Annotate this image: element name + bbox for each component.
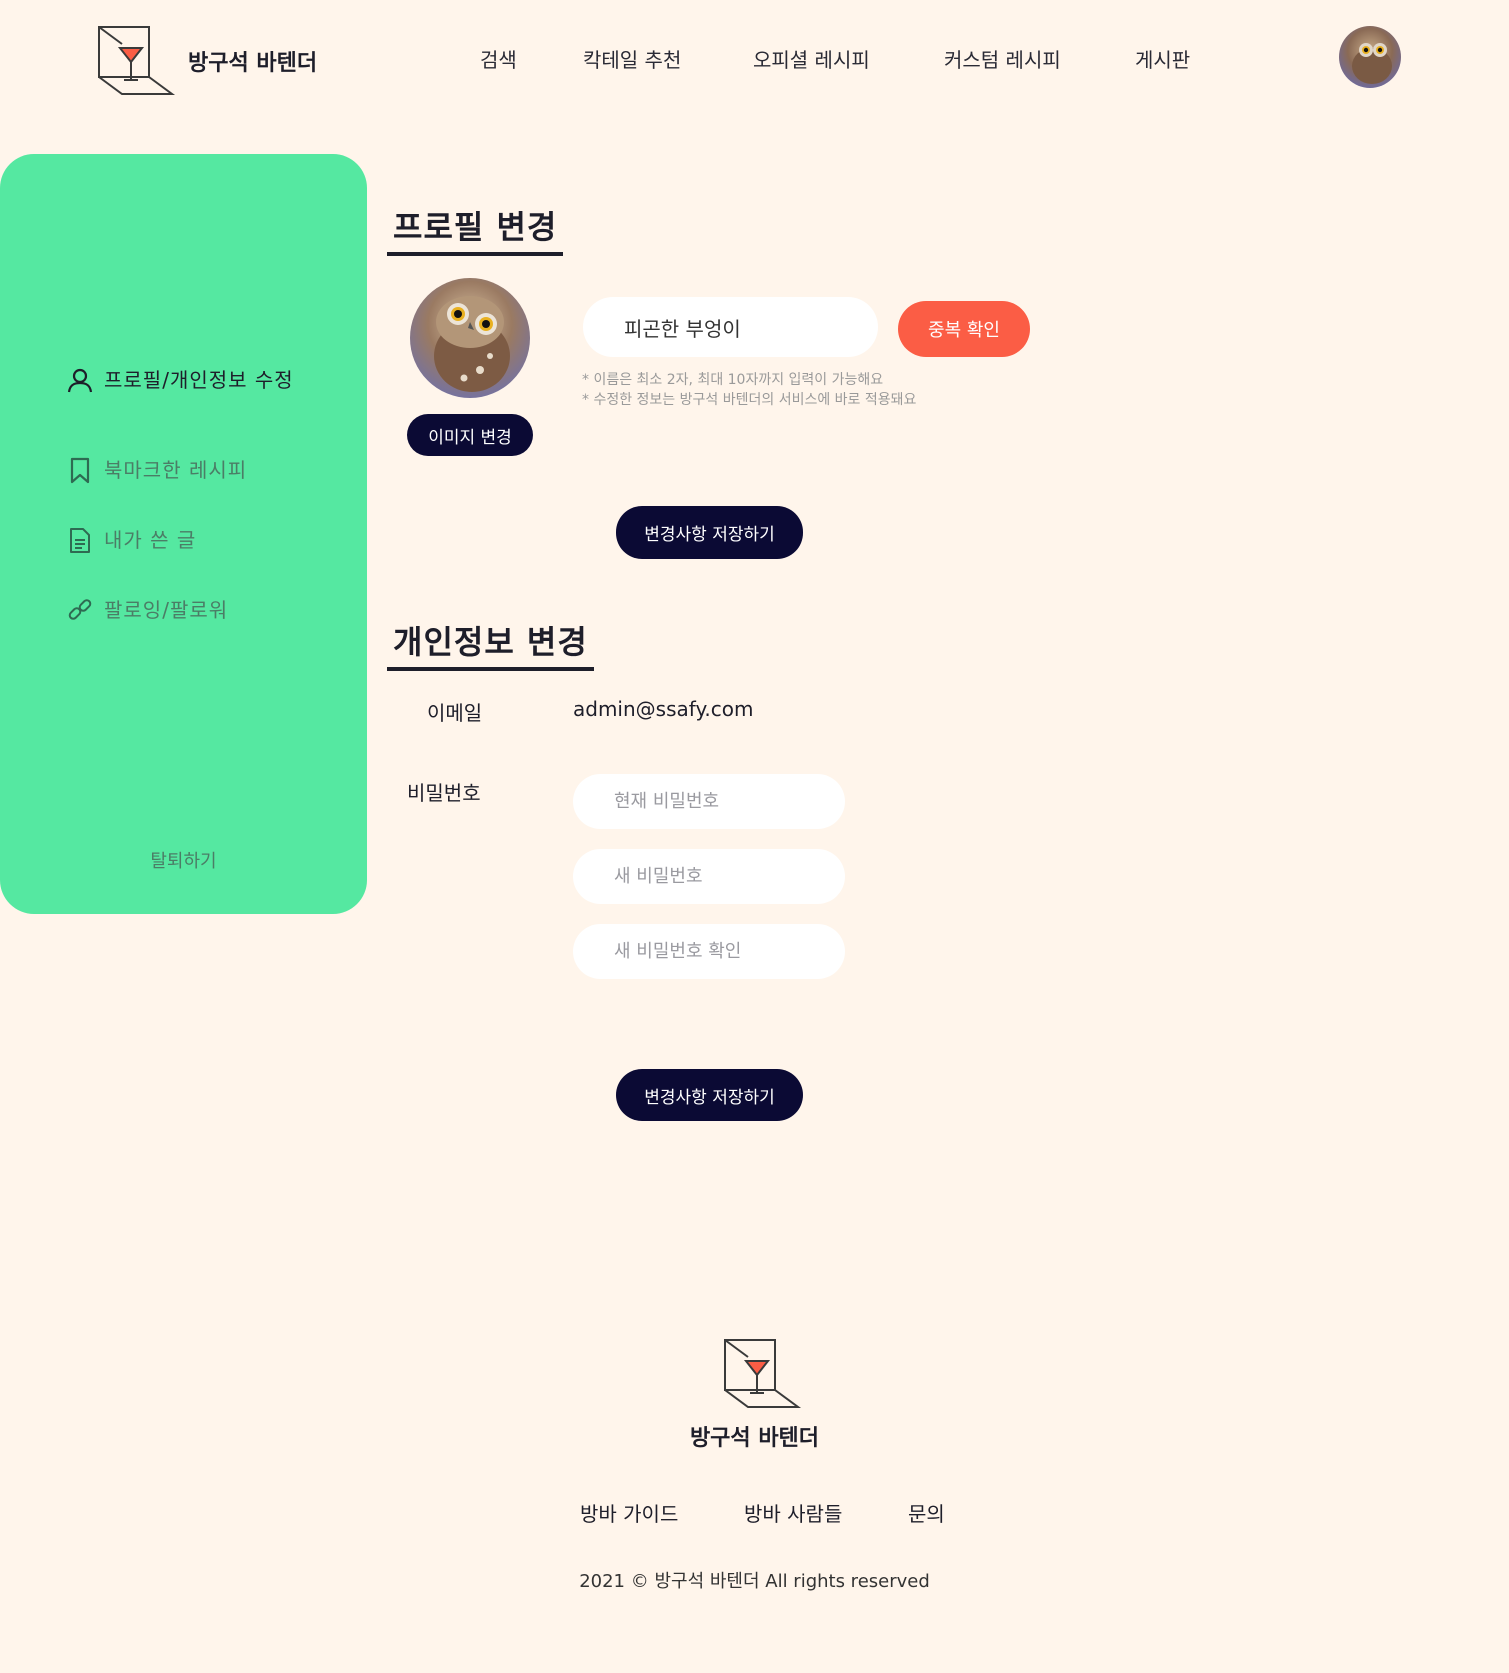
profile-section-title: 프로필 변경 — [387, 202, 564, 256]
footer-link-guide[interactable]: 방바 가이드 — [580, 1498, 678, 1527]
user-icon — [67, 368, 93, 393]
nickname-hint-length: * 이름은 최소 2자, 최대 10자까지 입력이 가능해요 — [582, 372, 884, 388]
logo[interactable]: 방구석 바텐더 — [96, 24, 317, 98]
link-icon — [68, 599, 92, 620]
nav-board[interactable]: 게시판 — [1135, 44, 1190, 73]
duplicate-check-button[interactable]: 중복 확인 — [898, 301, 1030, 357]
change-image-button[interactable]: 이미지 변경 — [407, 414, 533, 456]
email-value: admin@ssafy.com — [573, 697, 754, 721]
nickname-input[interactable] — [583, 297, 878, 357]
sidebar-item-follow[interactable]: 팔로잉/팔로워 — [66, 596, 228, 625]
sidebar-item-profile-edit[interactable]: 프로필/개인정보 수정 — [66, 366, 304, 395]
copyright: 2021 © 방구석 바텐더 All rights reserved — [579, 1571, 930, 1592]
confirm-password-input[interactable] — [573, 924, 845, 979]
footer-link-people[interactable]: 방바 사람들 — [744, 1498, 842, 1527]
current-password-input[interactable] — [573, 774, 845, 829]
nav-official-recipe[interactable]: 오피셜 레시피 — [753, 44, 870, 73]
new-password-input[interactable] — [573, 849, 845, 904]
save-personal-button[interactable]: 변경사항 저장하기 — [616, 1069, 803, 1121]
save-profile-button[interactable]: 변경사항 저장하기 — [616, 506, 803, 559]
owl-profile-image — [410, 278, 530, 398]
nav-cocktail-recommend[interactable]: 칵테일 추천 — [583, 44, 681, 73]
logo-text: 방구석 바텐더 — [188, 51, 318, 76]
cocktail-cube-logo-icon — [98, 26, 176, 95]
document-icon — [70, 528, 90, 553]
nickname-hint-apply: * 수정한 정보는 방구석 바텐더의 서비스에 바로 적용돼요 — [582, 392, 917, 408]
password-label: 비밀번호 — [407, 781, 481, 805]
sidebar-item-my-posts[interactable]: 내가 쓴 글 — [66, 526, 196, 555]
email-label: 이메일 — [427, 701, 483, 725]
footer-link-contact[interactable]: 문의 — [908, 1498, 945, 1527]
sidebar-item-bookmarks[interactable]: 북마크한 레시피 — [66, 456, 247, 485]
sidebar-item-label: 프로필/개인정보 수정 — [104, 368, 294, 392]
withdraw-link[interactable]: 탈퇴하기 — [0, 847, 367, 873]
bookmark-icon — [70, 457, 90, 484]
sidebar: 프로필/개인정보 수정 북마크한 레시피 내가 쓴 글 팔로잉/팔로워 탈퇴하기 — [0, 154, 367, 914]
owl-avatar-image — [1339, 26, 1401, 88]
user-avatar[interactable] — [1339, 26, 1401, 88]
sidebar-item-label: 팔로잉/팔로워 — [104, 598, 229, 622]
cocktail-cube-logo-icon — [724, 1339, 802, 1408]
personal-section-title: 개인정보 변경 — [387, 617, 594, 671]
sidebar-item-label: 북마크한 레시피 — [104, 458, 248, 482]
nav-custom-recipe[interactable]: 커스텀 레시피 — [944, 44, 1061, 73]
footer-title: 방구석 바텐더 — [689, 1426, 820, 1451]
nav-search[interactable]: 검색 — [480, 44, 517, 73]
profile-image — [410, 278, 530, 398]
sidebar-item-label: 내가 쓴 글 — [104, 528, 197, 552]
